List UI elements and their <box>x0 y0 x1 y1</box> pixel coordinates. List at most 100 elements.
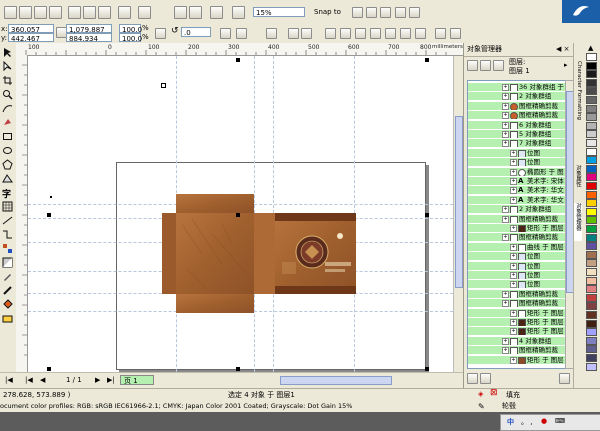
expand-toggle-icon[interactable]: + <box>510 262 517 270</box>
drawing-canvas[interactable] <box>28 56 453 372</box>
color-swatch[interactable] <box>586 268 597 276</box>
expand-toggle-icon[interactable]: + <box>502 121 509 129</box>
connector-tool-icon[interactable] <box>2 229 13 240</box>
tree-row[interactable]: +5 对象群组 <box>468 130 566 138</box>
tree-row[interactable]: + A 美术字: 宋体 <box>468 177 566 185</box>
expand-toggle-icon[interactable]: + <box>510 309 517 317</box>
panel-close-icon[interactable]: ◀ × <box>556 45 569 54</box>
tree-row[interactable]: + 曲线 于 图层 <box>468 242 566 251</box>
color-swatch[interactable] <box>586 70 597 79</box>
color-swatch[interactable] <box>586 285 597 294</box>
layer-manager-view-icon[interactable] <box>493 60 504 71</box>
cut-icon[interactable] <box>68 6 81 19</box>
tree-row[interactable]: +7 对象群组 <box>468 139 566 148</box>
save-icon[interactable] <box>34 6 47 19</box>
palette-scroll-up-icon[interactable]: ▲ <box>588 44 593 53</box>
color-swatch[interactable] <box>586 259 597 268</box>
expand-toggle-icon[interactable]: + <box>510 168 517 176</box>
tree-row[interactable]: +2 对象群组 <box>468 92 566 101</box>
color-swatch[interactable] <box>586 173 597 182</box>
rectangle-tool-icon[interactable] <box>2 131 13 142</box>
color-swatch[interactable] <box>586 164 597 173</box>
tree-row[interactable]: + 矩形 于 图层 <box>468 327 566 336</box>
scale-y-field[interactable]: 100.0 <box>119 33 142 43</box>
color-swatch[interactable] <box>586 216 597 225</box>
ellipse-tool-icon[interactable] <box>2 145 13 156</box>
tree-row[interactable]: +36 对象群组 于 <box>468 83 566 91</box>
tree-row[interactable]: + 位图 <box>468 158 566 167</box>
vertical-scrollbar[interactable] <box>453 56 463 372</box>
next-page-button[interactable]: ▶ <box>95 376 100 385</box>
trim-icon[interactable] <box>355 28 366 39</box>
tree-row[interactable]: + 图框精确剪裁 <box>468 101 566 110</box>
combine-icon[interactable] <box>325 28 336 39</box>
expand-toggle-icon[interactable]: + <box>510 243 517 251</box>
selection-handle[interactable] <box>47 367 51 371</box>
export-icon[interactable] <box>189 6 202 19</box>
tree-row[interactable]: + 矩形 于 图层 <box>468 224 566 232</box>
small-handle[interactable] <box>50 196 52 198</box>
color-swatch[interactable] <box>586 104 597 113</box>
expand-toggle-icon[interactable]: + <box>502 347 509 355</box>
color-swatch[interactable] <box>586 199 597 208</box>
create-boundary-icon[interactable] <box>435 28 446 39</box>
tree-row[interactable]: + 位图 <box>468 280 566 289</box>
scale-x-field[interactable]: 100.0 <box>119 24 142 34</box>
horizontal-scroll-thumb[interactable] <box>280 376 392 385</box>
tree-row[interactable]: + 位图 <box>468 271 566 279</box>
expand-toggle-icon[interactable]: + <box>510 328 517 336</box>
tree-row[interactable]: + 椭圆形 于 图 <box>468 167 566 176</box>
tree-row[interactable]: + 图框精确剪裁 <box>468 214 566 223</box>
mirror-horizontal-icon[interactable] <box>220 28 231 39</box>
lock-ratio-icon[interactable] <box>155 28 166 39</box>
zoom-tool-icon[interactable] <box>2 89 13 100</box>
new-master-layer-icon[interactable] <box>480 373 491 384</box>
position-x-field[interactable]: 360.057 mm <box>8 24 54 44</box>
width-field[interactable]: 1,079.887 mm <box>66 24 112 44</box>
color-swatch[interactable] <box>586 242 597 251</box>
color-swatch[interactable] <box>586 113 597 122</box>
expand-toggle-icon[interactable]: + <box>502 234 509 242</box>
tree-row[interactable]: + A 美术字: 华文 <box>468 195 566 204</box>
expand-toggle-icon[interactable]: + <box>510 225 517 232</box>
selection-handle[interactable] <box>236 367 240 371</box>
selection-handle[interactable] <box>47 213 51 217</box>
tree-row[interactable]: + 图框精确剪裁 <box>468 289 566 298</box>
import-icon[interactable] <box>174 6 187 19</box>
expand-toggle-icon[interactable]: + <box>510 272 517 279</box>
color-swatch[interactable] <box>586 328 597 337</box>
color-swatch[interactable] <box>586 207 597 216</box>
simplify-icon[interactable] <box>385 28 396 39</box>
color-swatch[interactable] <box>586 190 597 199</box>
expand-toggle-icon[interactable]: + <box>510 253 517 261</box>
height-field[interactable]: 884.934 mm <box>66 33 112 53</box>
color-swatch[interactable] <box>586 156 597 165</box>
zoom-level-select[interactable]: 15% <box>253 7 305 17</box>
copy-icon[interactable] <box>83 6 96 19</box>
group-icon[interactable] <box>266 28 277 39</box>
expand-toggle-icon[interactable]: + <box>502 131 509 138</box>
ime-icon[interactable]: ● <box>541 417 547 426</box>
vertical-ruler[interactable] <box>16 55 28 373</box>
text-tool-icon[interactable]: 字 <box>2 187 13 200</box>
tree-row[interactable]: + 矩形 于 图层 <box>468 308 566 317</box>
print-icon[interactable] <box>49 6 62 19</box>
weld-icon[interactable] <box>340 28 351 39</box>
tree-row[interactable]: + 位图 <box>468 252 566 261</box>
transparency-tool-icon[interactable] <box>2 257 13 268</box>
color-swatch[interactable] <box>586 293 597 302</box>
tree-row[interactable]: +2 对象群组 <box>468 205 566 214</box>
launch-icon[interactable] <box>380 7 391 18</box>
tree-row[interactable]: + 图框精确剪裁 <box>468 111 566 120</box>
tree-row[interactable]: + 图框精确剪裁 <box>468 299 566 308</box>
color-swatch[interactable] <box>586 130 597 139</box>
position-y-field[interactable]: 442.467 mm <box>8 33 54 53</box>
packaging-artwork[interactable] <box>162 194 362 316</box>
keyboard-icon[interactable]: ⌨ <box>555 417 565 426</box>
show-properties-icon[interactable] <box>467 60 478 71</box>
outline-tool-icon[interactable] <box>2 285 13 296</box>
expand-toggle-icon[interactable]: + <box>502 215 509 223</box>
redo-icon[interactable] <box>138 6 151 19</box>
object-tree[interactable]: +36 对象群组 于 +2 对象群组 + 图框精确剪裁 + 图框精确剪裁 +6 对象群组 +5… <box>467 80 567 369</box>
expand-toggle-icon[interactable]: + <box>510 281 517 289</box>
